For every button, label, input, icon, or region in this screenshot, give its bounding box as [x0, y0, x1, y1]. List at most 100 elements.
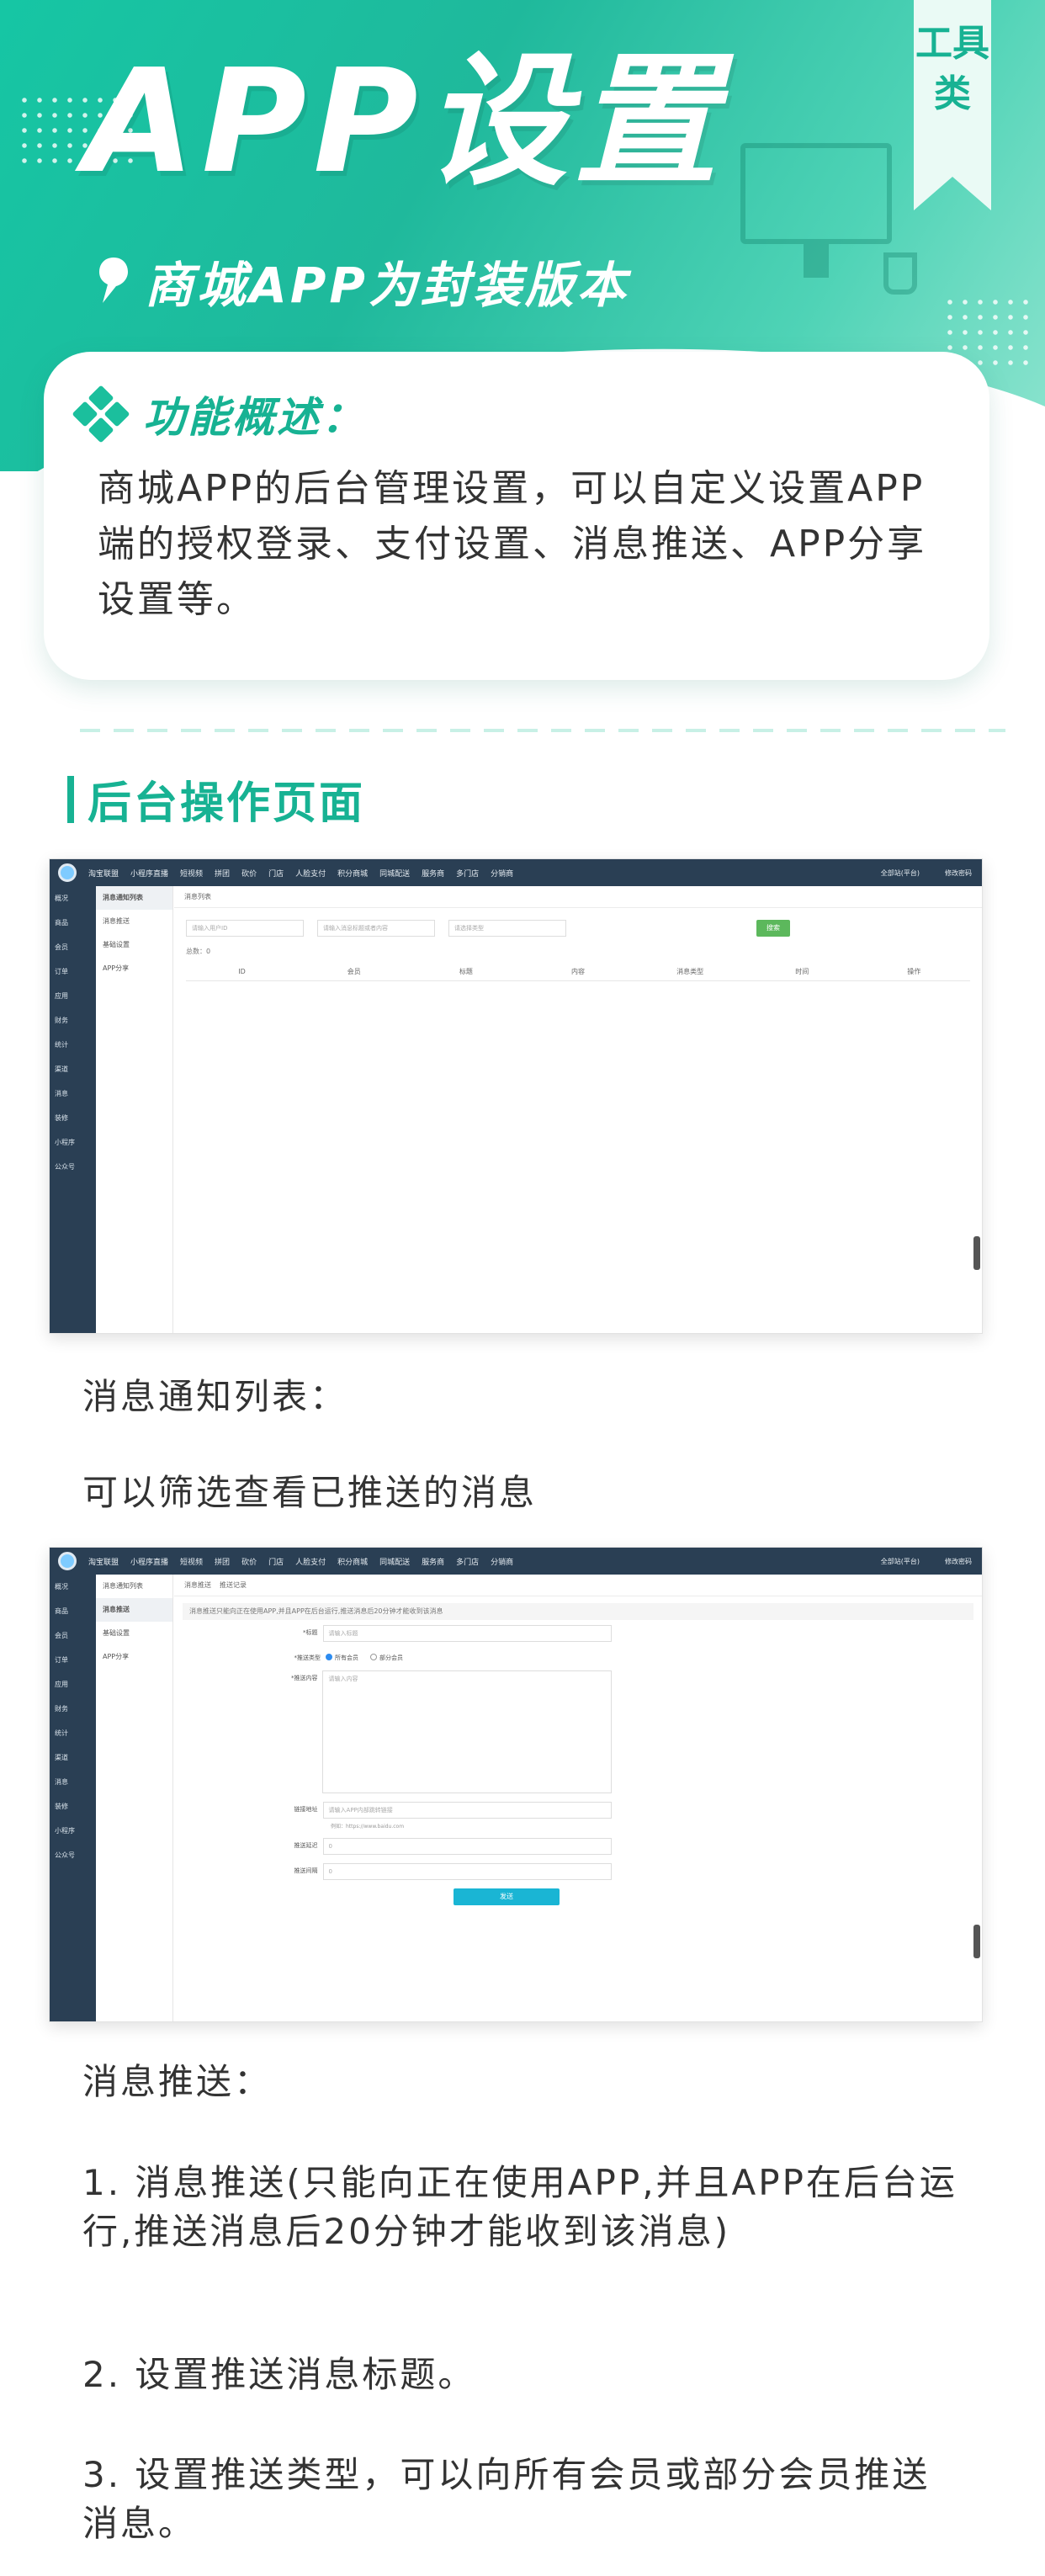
- section-bar: [67, 775, 74, 823]
- account-menu[interactable]: 修改密码: [945, 1557, 972, 1566]
- scrollbar[interactable]: [973, 1236, 980, 1270]
- sidebar-item[interactable]: 概况: [50, 886, 96, 911]
- account-menu[interactable]: 修改密码: [945, 868, 972, 878]
- top-nav-item[interactable]: 分销商: [491, 1556, 513, 1567]
- column-header: 会员: [347, 968, 361, 975]
- content-textarea[interactable]: 请输入内容: [322, 1670, 612, 1793]
- submenu-item-push[interactable]: 消息推送: [96, 1598, 172, 1622]
- top-nav-item[interactable]: 砍价: [241, 1556, 257, 1567]
- count-input[interactable]: 0: [322, 1863, 612, 1880]
- sidebar-item[interactable]: 财务: [50, 1008, 96, 1033]
- top-nav-item[interactable]: 分销商: [491, 868, 513, 879]
- top-nav-item[interactable]: 多门店: [456, 1556, 479, 1567]
- sidebar-item[interactable]: 商品: [50, 1599, 96, 1623]
- link-input[interactable]: 请输入APP内部跳转链接: [322, 1802, 612, 1819]
- admin-submenu: 消息通知列表 消息推送 基础设置 APP分享: [96, 886, 173, 1333]
- sidebar-item[interactable]: 渠道: [50, 1057, 96, 1081]
- tab-push[interactable]: 消息推送: [184, 1580, 211, 1590]
- sidebar-item[interactable]: 订单: [50, 1648, 96, 1672]
- breadcrumb-item[interactable]: 消息列表: [184, 892, 211, 901]
- push-notice: 消息推送只能向正在使用APP,并且APP在后台运行,推送消息后20分钟才能收到该…: [183, 1603, 973, 1620]
- submenu-item-share[interactable]: APP分享: [96, 1645, 172, 1669]
- sidebar-item[interactable]: 统计: [50, 1033, 96, 1057]
- column-header: 操作: [907, 968, 921, 975]
- admin-screenshot-message-push: 淘宝联盟 小程序直播 短视频 拼团 砍价 门店 人脸支付 积分商城 同城配送 服…: [49, 1547, 983, 2022]
- sidebar-item[interactable]: 小程序: [50, 1819, 96, 1843]
- sidebar-item[interactable]: 统计: [50, 1721, 96, 1745]
- top-nav-item[interactable]: 小程序直播: [130, 868, 168, 879]
- search-button[interactable]: 搜索: [756, 920, 790, 937]
- sidebar-item[interactable]: 渠道: [50, 1745, 96, 1770]
- type-radio-group: 所有会员 部分会员: [326, 1650, 403, 1662]
- top-nav-item[interactable]: 同城配送: [379, 868, 410, 879]
- submenu-item-push[interactable]: 消息推送: [96, 910, 172, 933]
- category-tag-label: 工具类: [915, 22, 989, 115]
- top-nav-item[interactable]: 淘宝联盟: [88, 868, 119, 879]
- desc-push-step-3: 3. 设置推送类型，可以向所有会员或部分会员推送消息。: [82, 2454, 931, 2544]
- top-nav-item[interactable]: 小程序直播: [130, 1556, 168, 1567]
- sidebar-item[interactable]: 商品: [50, 911, 96, 935]
- top-nav-item[interactable]: 服务商: [422, 1556, 444, 1567]
- top-nav-item[interactable]: 积分商城: [337, 868, 368, 879]
- overview-body: 商城APP的后台管理设置，可以自定义设置APP端的授权登录、支付设置、消息推送、…: [98, 467, 927, 621]
- desc-push-step-2: 2. 设置推送消息标题。: [82, 2354, 476, 2395]
- submenu-item-share[interactable]: APP分享: [96, 957, 172, 980]
- top-nav-item[interactable]: 多门店: [456, 868, 479, 879]
- title-label: *标题: [303, 1629, 318, 1636]
- scrollbar[interactable]: [973, 1925, 980, 1958]
- radio-part[interactable]: 部分会员: [370, 1654, 403, 1662]
- sidebar-item[interactable]: 会员: [50, 1623, 96, 1648]
- hero-subtitle: 商城APP为封装版本: [145, 257, 629, 314]
- tab-push-records[interactable]: 推送记录: [220, 1580, 247, 1590]
- type-select[interactable]: 请选择类型: [448, 920, 566, 937]
- table-header: ID 会员 标题 内容 消息类型 时间 操作: [186, 963, 970, 981]
- top-nav-item[interactable]: 门店: [268, 1556, 284, 1567]
- radio-checked-icon: [326, 1654, 332, 1660]
- site-switch[interactable]: 全部站(平台): [881, 1557, 920, 1566]
- sidebar-item[interactable]: 装修: [50, 1106, 96, 1130]
- user-id-input[interactable]: 请输入用户ID: [186, 920, 304, 937]
- sidebar-item[interactable]: 财务: [50, 1697, 96, 1721]
- sidebar-item[interactable]: 消息: [50, 1770, 96, 1794]
- sidebar-item[interactable]: 应用: [50, 1672, 96, 1697]
- sidebar-item[interactable]: 应用: [50, 984, 96, 1008]
- sidebar-item[interactable]: 公众号: [50, 1843, 96, 1867]
- column-header: 标题: [459, 968, 473, 975]
- top-nav-item[interactable]: 砍价: [241, 868, 257, 879]
- delay-label: 推送延迟: [294, 1842, 318, 1849]
- submenu-item-basic[interactable]: 基础设置: [96, 933, 172, 957]
- top-nav-item[interactable]: 短视频: [180, 1556, 203, 1567]
- top-nav-item[interactable]: 拼团: [215, 868, 230, 879]
- sidebar-item[interactable]: 概况: [50, 1575, 96, 1599]
- hero-title: APP设置: [84, 39, 724, 205]
- send-button[interactable]: 发送: [454, 1888, 560, 1905]
- column-header: 时间: [795, 968, 809, 975]
- top-nav-item[interactable]: 人脸支付: [295, 868, 326, 879]
- sidebar-item[interactable]: 公众号: [50, 1155, 96, 1179]
- top-nav-item[interactable]: 短视频: [180, 868, 203, 879]
- column-header: 内容: [570, 968, 585, 975]
- submenu-item-basic[interactable]: 基础设置: [96, 1622, 172, 1645]
- title-input[interactable]: 请输入标题: [322, 1625, 612, 1642]
- submenu-item-message-list[interactable]: 消息通知列表: [96, 886, 172, 910]
- top-nav-item[interactable]: 人脸支付: [295, 1556, 326, 1567]
- top-nav-item[interactable]: 积分商城: [337, 1556, 368, 1567]
- top-nav-item[interactable]: 淘宝联盟: [88, 1556, 119, 1567]
- admin-sidebar: 概况 商品 会员 订单 应用 财务 统计 渠道 消息 装修 小程序 公众号: [50, 886, 96, 1333]
- sidebar-item[interactable]: 消息: [50, 1081, 96, 1106]
- sidebar-item[interactable]: 会员: [50, 935, 96, 959]
- top-nav-item[interactable]: 门店: [268, 868, 284, 879]
- site-switch[interactable]: 全部站(平台): [881, 868, 920, 878]
- admin-sidebar: 概况 商品 会员 订单 应用 财务 统计 渠道 消息 装修 小程序 公众号: [50, 1575, 96, 2021]
- radio-all[interactable]: 所有会员: [326, 1654, 358, 1662]
- top-nav-item[interactable]: 拼团: [215, 1556, 230, 1567]
- sidebar-item[interactable]: 小程序: [50, 1130, 96, 1155]
- delay-select[interactable]: 0: [322, 1838, 612, 1855]
- sidebar-item[interactable]: 装修: [50, 1794, 96, 1819]
- top-nav-item[interactable]: 同城配送: [379, 1556, 410, 1567]
- sidebar-item[interactable]: 订单: [50, 959, 96, 984]
- keyword-input[interactable]: 请输入消息标题或者内容: [317, 920, 435, 937]
- top-nav-item[interactable]: 服务商: [422, 868, 444, 879]
- breadcrumb: 消息列表: [174, 886, 982, 908]
- submenu-item-message-list[interactable]: 消息通知列表: [96, 1575, 172, 1598]
